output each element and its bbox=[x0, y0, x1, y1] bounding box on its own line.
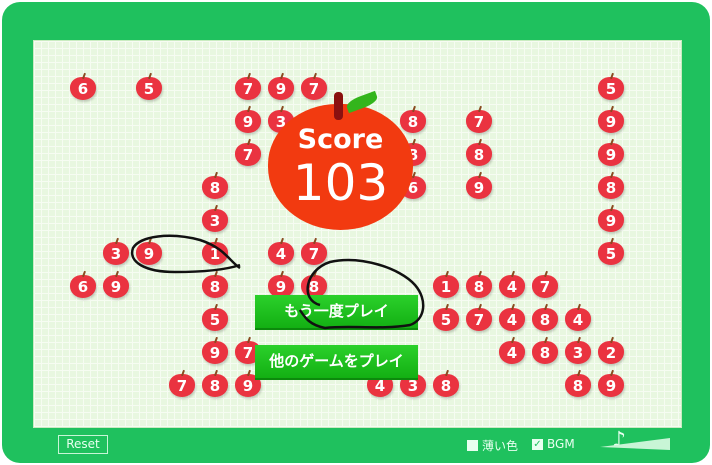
bgm-checkbox[interactable]: ✓ BGM bbox=[532, 437, 575, 451]
light-color-label: 薄い色 bbox=[482, 439, 519, 453]
reset-button[interactable]: Reset bbox=[58, 435, 108, 454]
checkbox-box[interactable] bbox=[467, 440, 478, 451]
bgm-label: BGM bbox=[547, 437, 575, 451]
checkbox-checked-icon[interactable]: ✓ bbox=[532, 438, 543, 450]
volume-slider[interactable] bbox=[600, 436, 672, 452]
light-color-checkbox[interactable]: 薄い色 bbox=[467, 437, 518, 454]
drawn-scribbles bbox=[130, 234, 425, 330]
